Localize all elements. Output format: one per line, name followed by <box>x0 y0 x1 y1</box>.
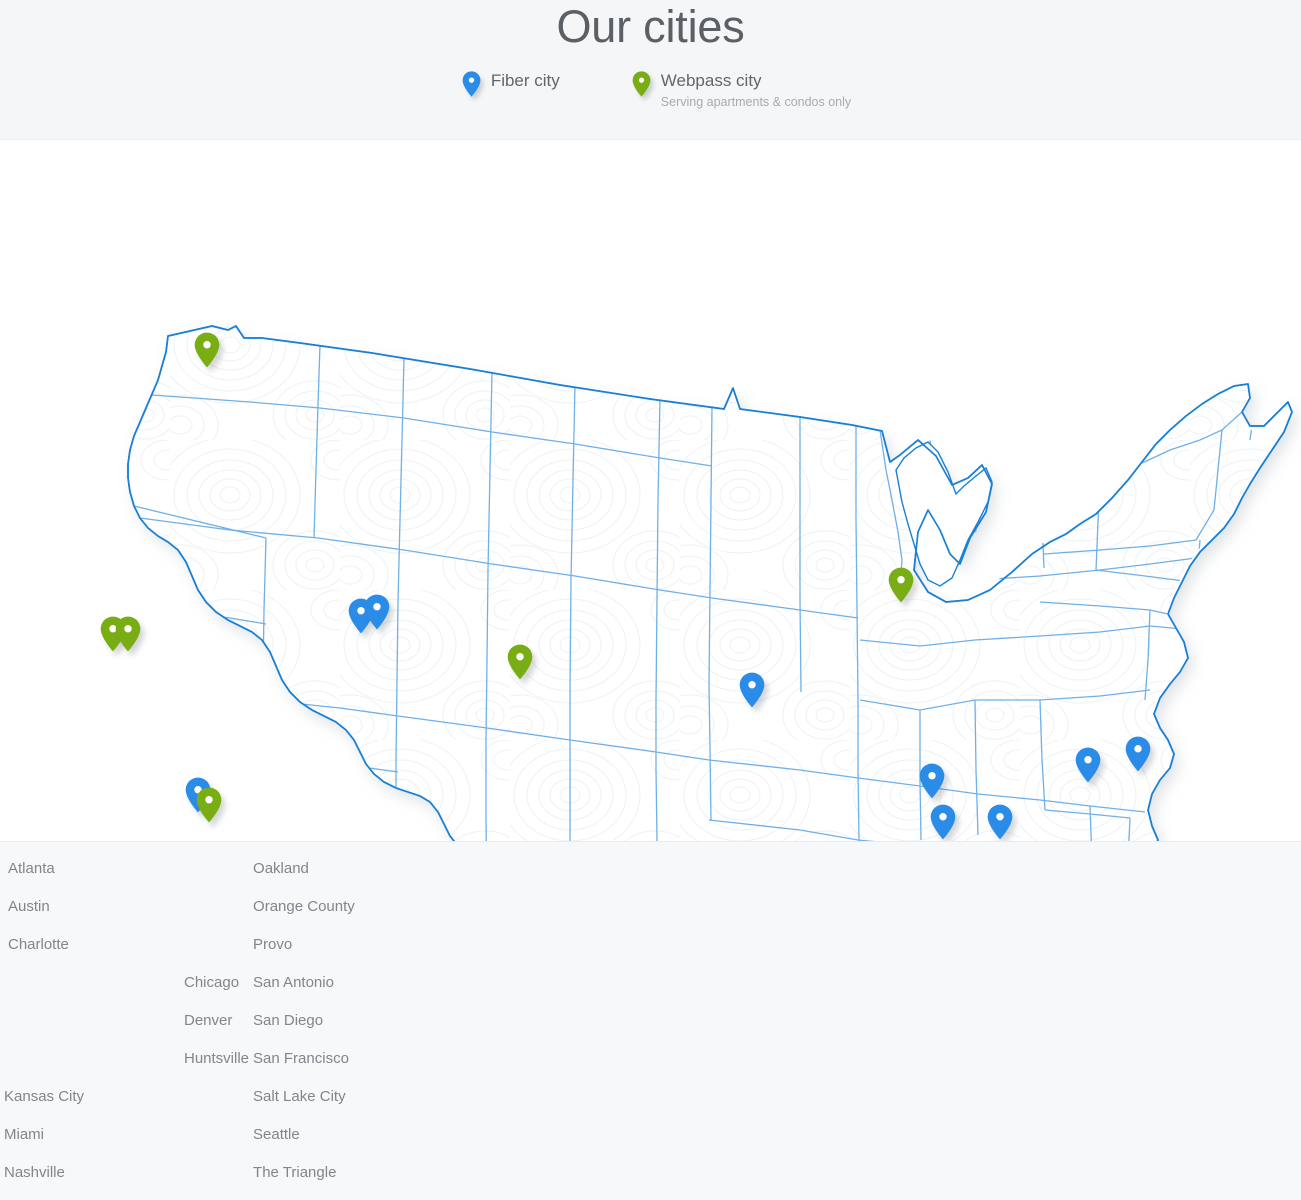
map-pin-san-diego[interactable] <box>196 787 222 823</box>
city-list-item[interactable]: Chicago <box>180 964 249 1002</box>
city-list-item[interactable]: Oakland <box>249 850 459 888</box>
city-column-1: Atlanta Austin Charlotte <box>0 850 249 964</box>
page-header: Our cities Fiber city Webpass city Serving… <box>0 0 1301 140</box>
map-pin-oakland[interactable] <box>115 616 141 652</box>
map-pin-kansas-city[interactable] <box>739 672 765 708</box>
city-column-6: Salt Lake City Seattle The Triangle <box>249 1078 459 1192</box>
map-pin-green-icon <box>632 71 651 102</box>
city-list-item[interactable]: Salt Lake City <box>249 1078 459 1116</box>
legend-label: Fiber city <box>490 71 560 90</box>
map-pin-denver[interactable] <box>507 644 533 680</box>
map-pin-blue-icon <box>462 71 481 102</box>
page-title: Our cities <box>556 1 745 52</box>
city-list-item[interactable]: Austin <box>4 888 249 926</box>
city-list-item[interactable]: Miami <box>0 1116 249 1154</box>
legend-item-webpass: Webpass city Serving apartments & condos … <box>632 70 851 111</box>
city-list-item[interactable]: Orange County <box>249 888 459 926</box>
map-container[interactable] <box>0 140 1301 841</box>
legend-text-block: Webpass city Serving apartments & condos … <box>661 70 851 111</box>
map-pin-layer <box>0 140 1301 841</box>
city-list-item[interactable]: Seattle <box>249 1116 459 1154</box>
city-list: Atlanta Austin Charlotte Chicago Denver Hunts… <box>0 841 1301 1200</box>
map-pin-huntsville[interactable] <box>930 804 956 840</box>
map-pin-charlotte[interactable] <box>1075 747 1101 783</box>
map-pin-provo[interactable] <box>364 594 390 630</box>
city-column-3: Kansas City Miami Nashville <box>0 1078 249 1192</box>
city-column-4: Oakland Orange County Provo <box>249 850 459 964</box>
city-list-item[interactable]: The Triangle <box>249 1154 459 1192</box>
our-cities-page: Our cities Fiber city Webpass city Serving… <box>0 0 1301 1200</box>
city-list-item[interactable]: San Antonio <box>249 964 459 1002</box>
map-pin-nashville[interactable] <box>919 763 945 799</box>
city-column-5: San Antonio San Diego San Francisco <box>249 964 459 1078</box>
city-list-item[interactable]: Provo <box>249 926 459 964</box>
city-list-item[interactable]: Huntsville <box>180 1040 249 1078</box>
legend-sublabel: Serving apartments & condos only <box>660 95 852 109</box>
map-pin-chicago[interactable] <box>888 567 914 603</box>
city-list-item[interactable]: Nashville <box>0 1154 249 1192</box>
map-pin-the-triangle[interactable] <box>1125 736 1151 772</box>
city-list-item[interactable]: San Francisco <box>249 1040 459 1078</box>
city-list-item[interactable]: Charlotte <box>4 926 249 964</box>
legend-label: Webpass city <box>660 71 762 90</box>
city-list-item[interactable]: San Diego <box>249 1002 459 1040</box>
city-list-item[interactable]: Atlanta <box>4 850 249 888</box>
city-column-2: Chicago Denver Huntsville <box>0 964 249 1078</box>
legend-text-block: Fiber city <box>491 70 560 92</box>
map-legend: Fiber city Webpass city Serving apartments… <box>0 70 1301 111</box>
city-list-item[interactable]: Denver <box>180 1002 249 1040</box>
legend-item-fiber: Fiber city <box>462 70 560 111</box>
map-pin-atlanta[interactable] <box>987 804 1013 840</box>
city-list-item[interactable]: Kansas City <box>0 1078 249 1116</box>
map-pin-seattle[interactable] <box>194 332 220 368</box>
